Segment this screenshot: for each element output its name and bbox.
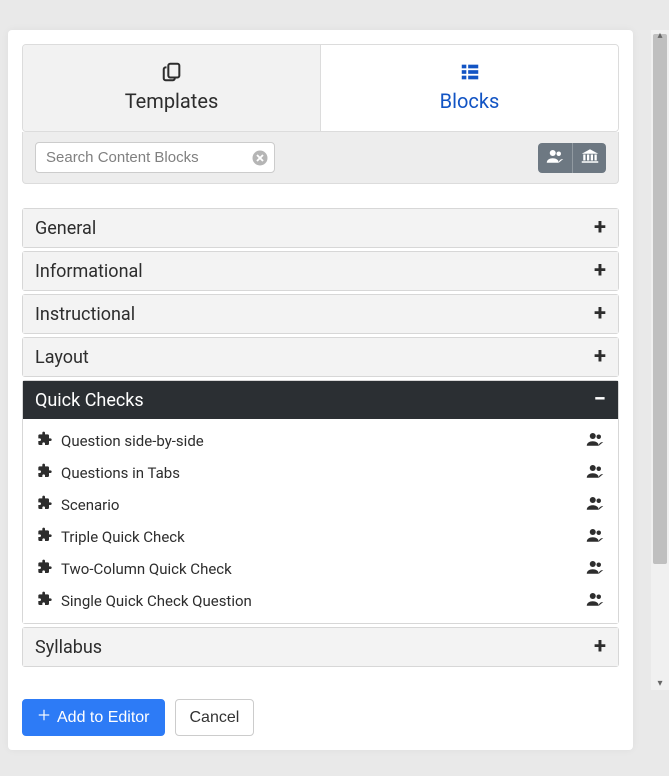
block-item-two-column-quick-check[interactable]: Two-Column Quick Check [23,553,618,585]
puzzle-icon [37,591,53,611]
grid-icon [321,61,618,83]
content-panel: Templates Blocks [8,30,633,750]
cancel-button[interactable]: Cancel [175,699,255,736]
category-label: Layout [35,347,89,368]
minus-icon: − [594,389,606,411]
category-syllabus: Syllabus + [22,627,619,667]
block-item-label: Scenario [61,496,119,514]
category-header-syllabus[interactable]: Syllabus + [23,628,618,666]
category-header-layout[interactable]: Layout + [23,338,618,376]
add-to-editor-button[interactable]: Add to Editor [22,699,165,736]
puzzle-icon [37,495,53,515]
category-general: General + [22,208,619,248]
category-label: Instructional [35,304,135,325]
copy-icon [23,61,320,83]
category-instructional: Instructional + [22,294,619,334]
quick-checks-items: Question side-by-side Questions in Tabs [23,419,618,623]
block-item-triple-quick-check[interactable]: Triple Quick Check [23,521,618,553]
tab-blocks-label: Blocks [440,89,500,113]
plus-icon: + [594,346,606,368]
puzzle-icon [37,527,53,547]
users-icon [586,432,604,450]
category-header-quick-checks[interactable]: Quick Checks − [23,381,618,419]
block-item-label: Single Quick Check Question [61,592,252,610]
add-button-label: Add to Editor [57,709,150,727]
puzzle-icon [37,463,53,483]
search-input-wrap [35,142,275,173]
category-label: Informational [35,261,143,282]
clear-icon[interactable] [251,149,269,167]
users-icon [586,592,604,610]
block-item-scenario[interactable]: Scenario [23,489,618,521]
category-list: General + Informational + Instructional … [22,208,619,685]
cancel-button-label: Cancel [190,709,240,727]
puzzle-icon [37,559,53,579]
block-item-label: Two-Column Quick Check [61,560,232,578]
block-item-label: Question side-by-side [61,432,204,450]
plus-icon: + [594,303,606,325]
plus-icon: + [594,217,606,239]
category-layout: Layout + [22,337,619,377]
category-label: Quick Checks [35,390,144,411]
block-item-single-quick-check-question[interactable]: Single Quick Check Question [23,585,618,617]
category-header-general[interactable]: General + [23,209,618,247]
block-item-label: Questions in Tabs [61,464,180,482]
category-label: General [35,218,96,239]
tab-templates[interactable]: Templates [23,45,321,131]
filter-institution-button[interactable] [572,143,606,173]
category-informational: Informational + [22,251,619,291]
users-icon [586,496,604,514]
block-item-question-side-by-side[interactable]: Question side-by-side [23,425,618,457]
category-header-instructional[interactable]: Instructional + [23,295,618,333]
institution-icon [581,148,599,168]
footer-actions: Add to Editor Cancel [22,685,619,736]
filter-shared-button[interactable] [538,143,572,173]
scrollbar-arrow-up[interactable]: ▴ [654,30,666,42]
tab-templates-label: Templates [125,89,219,113]
scrollbar-arrow-down[interactable]: ▾ [654,678,666,690]
puzzle-icon [37,431,53,451]
users-icon [586,528,604,546]
category-header-informational[interactable]: Informational + [23,252,618,290]
category-label: Syllabus [35,637,102,658]
plus-icon: + [594,636,606,658]
plus-icon: + [594,260,606,282]
scrollbar-thumb[interactable] [653,34,667,564]
plus-icon [37,708,51,727]
users-icon [586,560,604,578]
tab-blocks[interactable]: Blocks [321,45,618,131]
block-item-questions-in-tabs[interactable]: Questions in Tabs [23,457,618,489]
users-icon [586,464,604,482]
block-item-label: Triple Quick Check [61,528,185,546]
search-bar [22,132,619,184]
tab-bar: Templates Blocks [22,44,619,132]
search-input[interactable] [35,142,275,173]
users-icon [546,148,564,167]
category-quick-checks: Quick Checks − Question side-by-side [22,380,619,624]
filter-group [538,143,606,173]
